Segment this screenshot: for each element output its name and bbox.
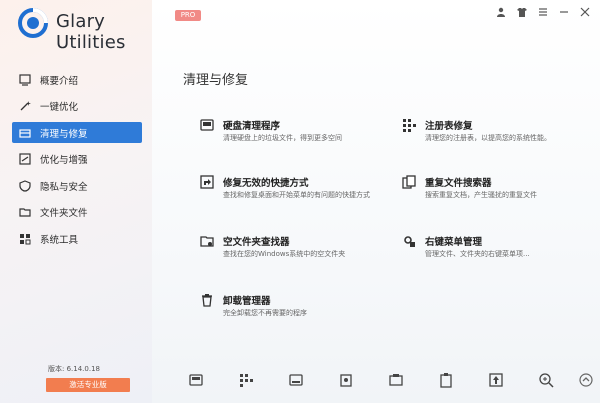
scroll-up-icon[interactable] <box>578 372 594 388</box>
tool-name: 空文件夹查找器 <box>223 237 290 248</box>
sidebar-item-label: 隐私与安全 <box>40 181 88 193</box>
optimize-icon <box>18 152 32 166</box>
tool-name: 注册表修复 <box>425 121 473 132</box>
sidebar-item-one-click[interactable]: 一键优化 <box>12 96 142 117</box>
shirt-skin-icon[interactable] <box>515 5 529 19</box>
privacy-icon[interactable] <box>388 372 404 388</box>
uninstall-icon <box>202 294 212 307</box>
user-icon[interactable] <box>494 5 508 19</box>
shield-icon <box>18 179 32 193</box>
sidebar-item-label: 一键优化 <box>40 102 79 113</box>
app-title: Glary Utilities <box>56 11 126 53</box>
sidebar-item-label: 清理与修复 <box>40 128 88 140</box>
disk-clean-icon[interactable] <box>188 372 204 388</box>
sidebar-item-privacy[interactable]: 隐私与安全 <box>12 175 142 196</box>
sidebar-item-label: 文件夹文件 <box>40 208 88 219</box>
registry-icon[interactable] <box>238 372 254 388</box>
version-text: 版本: 6.14.0.18 <box>48 365 100 373</box>
shortcut-fix-icon <box>200 175 214 189</box>
tool-name: 硬盘清理程序 <box>223 121 281 132</box>
close-icon[interactable] <box>578 5 592 19</box>
tool-desc: 查找在您的Windows系统中的空文件夹 <box>223 250 346 258</box>
sidebar-nav: 概要介绍 一键优化 清理与修复 优化与增强 隐私与安全 文件夹文件 系统工具 <box>12 69 142 255</box>
sidebar-item-overview[interactable]: 概要介绍 <box>12 69 142 90</box>
tool-desc: 完全卸载您不再需要的程序 <box>223 309 307 317</box>
duplicate-icon[interactable] <box>338 372 354 388</box>
sidebar-item-files[interactable]: 文件夹文件 <box>12 202 142 223</box>
sidebar-item-label: 概要介绍 <box>40 75 79 87</box>
sidebar-item-optimize[interactable]: 优化与增强 <box>12 149 142 170</box>
upload-icon[interactable] <box>488 372 504 388</box>
tool-desc: 清理硬盘上的垃圾文件，得到更多空间 <box>223 134 342 142</box>
sidebar-item-label: 系统工具 <box>40 234 79 246</box>
tool-name: 右键菜单管理 <box>425 237 483 248</box>
tool-desc: 管理文件、文件夹的右键菜单项... <box>425 250 530 258</box>
minimize-icon[interactable] <box>557 5 571 19</box>
disk-cleaner-icon <box>200 119 214 131</box>
tool-name: 重复文件搜索器 <box>425 178 492 189</box>
app-window: Glary Utilities 概要介绍 一键优化 清理与修复 优化与增强 隐私… <box>0 0 600 403</box>
glary-logo-icon <box>18 8 48 38</box>
window-controls <box>494 5 592 19</box>
folder-icon <box>18 205 32 219</box>
pro-badge: PRO <box>175 10 201 21</box>
tool-name: 修复无效的快捷方式 <box>223 178 309 189</box>
duplicate-files-icon <box>402 175 416 189</box>
empty-folder-icon <box>200 236 214 247</box>
tool-desc: 清理您的注册表，以提高您的系统性能。 <box>425 134 551 142</box>
disk-icon[interactable] <box>288 372 304 388</box>
search-zoom-icon[interactable] <box>538 372 554 388</box>
activate-pro-button[interactable]: 激活专业版 <box>46 378 130 392</box>
context-menu-icon <box>404 236 415 247</box>
sidebar: Glary Utilities 概要介绍 一键优化 清理与修复 优化与增强 隐私… <box>0 0 152 403</box>
sidebar-item-system-tools[interactable]: 系统工具 <box>12 228 142 249</box>
cleanup-icon <box>18 126 32 140</box>
sidebar-item-label: 优化与增强 <box>40 155 88 166</box>
menu-icon[interactable] <box>536 5 550 19</box>
tool-desc: 查找和修复桌面和开始菜单的有问题的快捷方式 <box>223 191 370 199</box>
magic-wand-icon <box>18 99 32 113</box>
registry-icon <box>403 119 416 132</box>
tool-desc: 搜索重复文档，产生骚扰的重复文件 <box>425 191 537 199</box>
quick-tools-bar <box>180 372 600 394</box>
sidebar-item-cleanup[interactable]: 清理与修复 <box>12 122 142 143</box>
overview-icon <box>18 73 32 87</box>
clipboard-icon[interactable] <box>438 372 454 388</box>
toolbox-icon <box>18 232 32 246</box>
page-title: 清理与修复 <box>183 73 249 88</box>
tool-name: 卸载管理器 <box>223 296 271 307</box>
